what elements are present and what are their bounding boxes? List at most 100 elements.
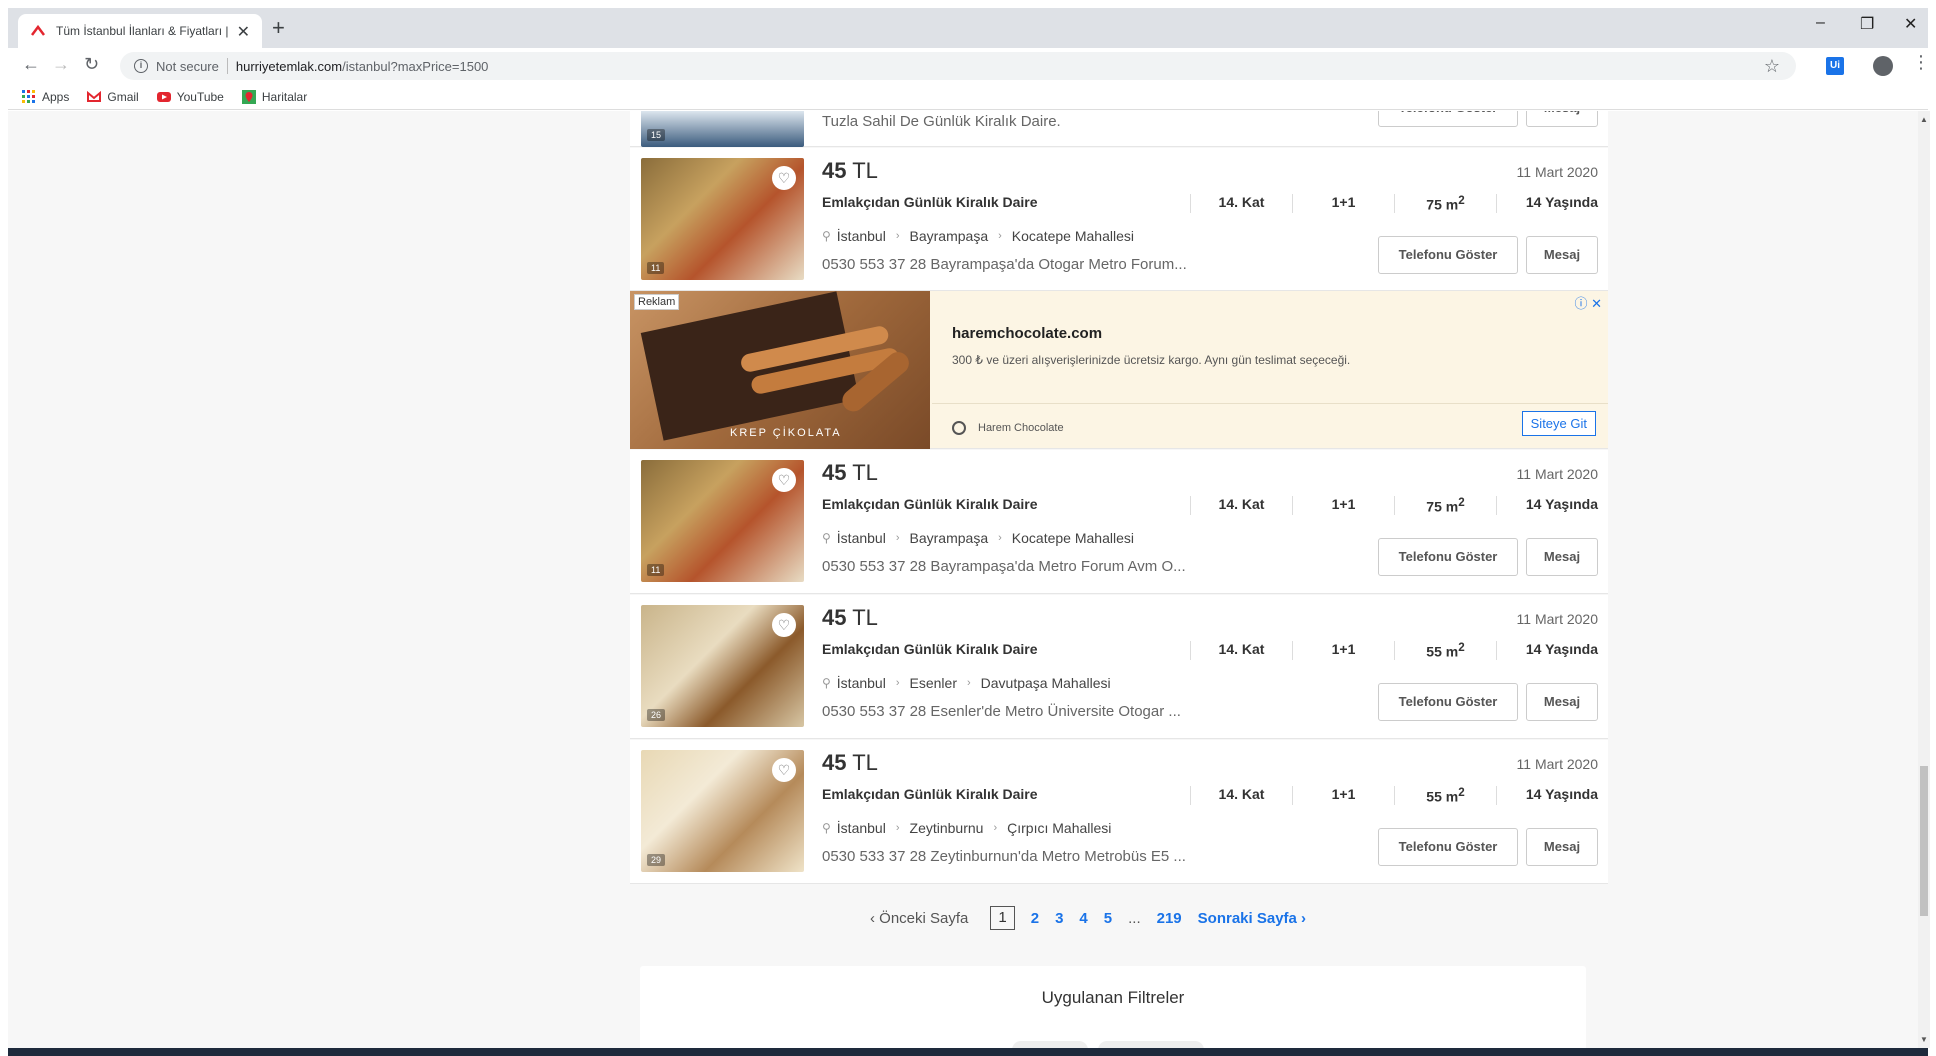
show-phone-button[interactable]: Telefonu Göster xyxy=(1378,538,1518,576)
heart-icon[interactable]: ♡ xyxy=(772,613,796,637)
page-scrollbar[interactable]: ▲ ▼ xyxy=(1918,111,1930,1048)
page-link[interactable]: 2 xyxy=(1031,910,1039,927)
filter-chip[interactable] xyxy=(1098,1041,1204,1048)
listing-card[interactable]: ♡ 11 45 TL 11 Mart 2020 Emlakçıdan Günlü… xyxy=(630,450,1608,594)
location-city: İstanbul xyxy=(836,820,886,836)
scroll-thumb[interactable] xyxy=(1920,766,1928,916)
listing-price: 45 TL xyxy=(822,750,878,776)
ad-text: 300 ₺ ve üzeri alışverişlerinizde ücrets… xyxy=(952,353,1351,367)
message-button[interactable]: Mesaj xyxy=(1526,111,1598,127)
listing-title[interactable]: Emlakçıdan Günlük Kiralık Daire xyxy=(822,194,1038,210)
listing-date: 11 Mart 2020 xyxy=(1516,611,1598,627)
photo-count: 26 xyxy=(647,709,666,721)
chevron-right-icon: › xyxy=(895,532,900,544)
forward-icon[interactable]: → xyxy=(52,54,70,74)
area-value: 75 m2 xyxy=(1394,194,1496,213)
page-link[interactable]: 4 xyxy=(1079,910,1087,927)
bookmark-maps[interactable]: Haritalar xyxy=(241,89,307,104)
extension-icon[interactable]: Ui xyxy=(1826,57,1844,75)
bookmark-apps[interactable]: Apps xyxy=(22,89,69,104)
listing-photo[interactable]: ♡ 26 xyxy=(641,605,804,727)
minimize-button[interactable]: – xyxy=(1816,14,1825,32)
photo-count: 29 xyxy=(647,854,666,866)
bookmarks-bar: Apps Gmail YouTube Haritalar xyxy=(8,84,1928,110)
message-button[interactable]: Mesaj xyxy=(1526,683,1598,721)
page-content: 15 Tuzla Sahil De Günlük Kiralık Daire. … xyxy=(8,111,1918,1048)
heart-icon[interactable]: ♡ xyxy=(772,468,796,492)
ad-info-close-icon[interactable]: ⓘ ✕ xyxy=(1574,293,1602,312)
bookmark-youtube[interactable]: YouTube xyxy=(156,90,224,104)
bookmark-star-icon[interactable]: ☆ xyxy=(1764,56,1780,77)
ad-domain[interactable]: haremchocolate.com xyxy=(952,325,1102,342)
heart-icon[interactable]: ♡ xyxy=(772,166,796,190)
filter-chip[interactable] xyxy=(1012,1041,1088,1048)
menu-dots-icon[interactable]: ⋮ xyxy=(1912,52,1930,73)
location-pin-icon: ⚲ xyxy=(822,531,831,545)
location-pin-icon: ⚲ xyxy=(822,821,831,835)
message-button[interactable]: Mesaj xyxy=(1526,828,1598,866)
url-path: /istanbul?maxPrice=1500 xyxy=(342,58,489,74)
next-page-label: Sonraki Sayfa xyxy=(1197,909,1297,927)
floor-value: 14. Kat xyxy=(1190,194,1292,213)
listing-card[interactable]: ♡ 11 45 TL 11 Mart 2020 Emlakçıdan Günlü… xyxy=(630,148,1608,291)
reload-icon[interactable]: ↻ xyxy=(84,54,99,74)
ad-image[interactable]: Reklam KREP ÇİKOLATA xyxy=(630,291,930,449)
listing-card[interactable]: ♡ 26 45 TL 11 Mart 2020 Emlakçıdan Günlü… xyxy=(630,595,1608,739)
rooms-value: 1+1 xyxy=(1292,496,1394,515)
ad-sponsor-name: Harem Chocolate xyxy=(978,422,1064,434)
listing-description: 0530 553 37 28 Bayrampaşa'da Metro Forum… xyxy=(822,558,1186,575)
next-page-link[interactable]: Sonraki Sayfa › xyxy=(1198,910,1306,927)
show-phone-button[interactable]: Telefonu Göster xyxy=(1378,683,1518,721)
maximize-button[interactable]: ❐ xyxy=(1860,14,1874,34)
listing-title[interactable]: Emlakçıdan Günlük Kiralık Daire xyxy=(822,641,1038,657)
price-amount: 45 xyxy=(822,460,847,485)
location-pin-icon: ⚲ xyxy=(822,676,831,690)
ad-visit-button[interactable]: Siteye Git xyxy=(1521,411,1596,436)
area-unit-sup: 2 xyxy=(1458,786,1465,799)
tab-close-icon[interactable]: ✕ xyxy=(237,22,250,42)
page-link[interactable]: 5 xyxy=(1104,910,1112,927)
heart-icon[interactable]: ♡ xyxy=(772,758,796,782)
listing-location: ⚲ İstanbul › Esenler › Davutpaşa Mahalle… xyxy=(822,675,1111,691)
listing-title[interactable]: Emlakçıdan Günlük Kiralık Daire xyxy=(822,786,1038,802)
browser-tab[interactable]: Tüm İstanbul İlanları & Fiyatları | ✕ xyxy=(18,14,262,48)
listing-photo[interactable]: 15 xyxy=(641,111,804,147)
listing-price: 45 TL xyxy=(822,158,878,184)
listing-partial[interactable]: 15 Tuzla Sahil De Günlük Kiralık Daire. … xyxy=(630,111,1608,147)
price-currency: TL xyxy=(852,750,878,775)
close-window-button[interactable]: ✕ xyxy=(1904,14,1917,34)
age-value: 14 Yaşında xyxy=(1496,194,1598,213)
ad-divider xyxy=(932,403,1608,404)
listing-photo[interactable]: ♡ 29 xyxy=(641,750,804,872)
show-phone-button[interactable]: Telefonu Göster xyxy=(1378,236,1518,274)
show-phone-button[interactable]: Telefonu Göster xyxy=(1378,828,1518,866)
new-tab-button[interactable]: + xyxy=(272,17,285,39)
address-bar[interactable]: i Not secure hurriyetemlak.com /istanbul… xyxy=(120,52,1796,80)
page-link[interactable]: 3 xyxy=(1055,910,1063,927)
ad-sponsor[interactable]: Harem Chocolate xyxy=(952,421,1064,435)
bookmark-gmail[interactable]: Gmail xyxy=(87,90,139,104)
previous-page-link[interactable]: ‹ Önceki Sayfa xyxy=(870,910,968,927)
rooms-value: 1+1 xyxy=(1292,641,1394,660)
last-page-link[interactable]: 219 xyxy=(1157,910,1182,927)
location-pin-icon: ⚲ xyxy=(822,229,831,243)
listing-photo[interactable]: ♡ 11 xyxy=(641,460,804,582)
location-neighborhood: Kocatepe Mahallesi xyxy=(1011,530,1134,546)
scroll-up-icon[interactable]: ▲ xyxy=(1920,115,1928,124)
sponsored-ad[interactable]: Reklam KREP ÇİKOLATA ⓘ ✕ haremchocolate.… xyxy=(630,291,1608,449)
area-unit-sup: 2 xyxy=(1458,641,1465,654)
scroll-down-icon[interactable]: ▼ xyxy=(1920,1035,1928,1044)
area-number: 55 m xyxy=(1426,788,1459,805)
listing-photo[interactable]: ♡ 11 xyxy=(641,158,804,280)
area-number: 55 m xyxy=(1426,643,1459,660)
back-icon[interactable]: ← xyxy=(22,54,40,74)
chocolate-box-illustration xyxy=(640,291,909,441)
listing-title[interactable]: Emlakçıdan Günlük Kiralık Daire xyxy=(822,496,1038,512)
profile-avatar-icon[interactable] xyxy=(1873,56,1893,76)
show-phone-button[interactable]: Telefonu Göster xyxy=(1378,111,1518,127)
message-button[interactable]: Mesaj xyxy=(1526,236,1598,274)
info-icon[interactable]: i xyxy=(134,59,148,73)
listing-card[interactable]: ♡ 29 45 TL 11 Mart 2020 Emlakçıdan Günlü… xyxy=(630,740,1608,884)
listing-description: 0530 553 37 28 Bayrampaşa'da Otogar Metr… xyxy=(822,256,1187,273)
message-button[interactable]: Mesaj xyxy=(1526,538,1598,576)
